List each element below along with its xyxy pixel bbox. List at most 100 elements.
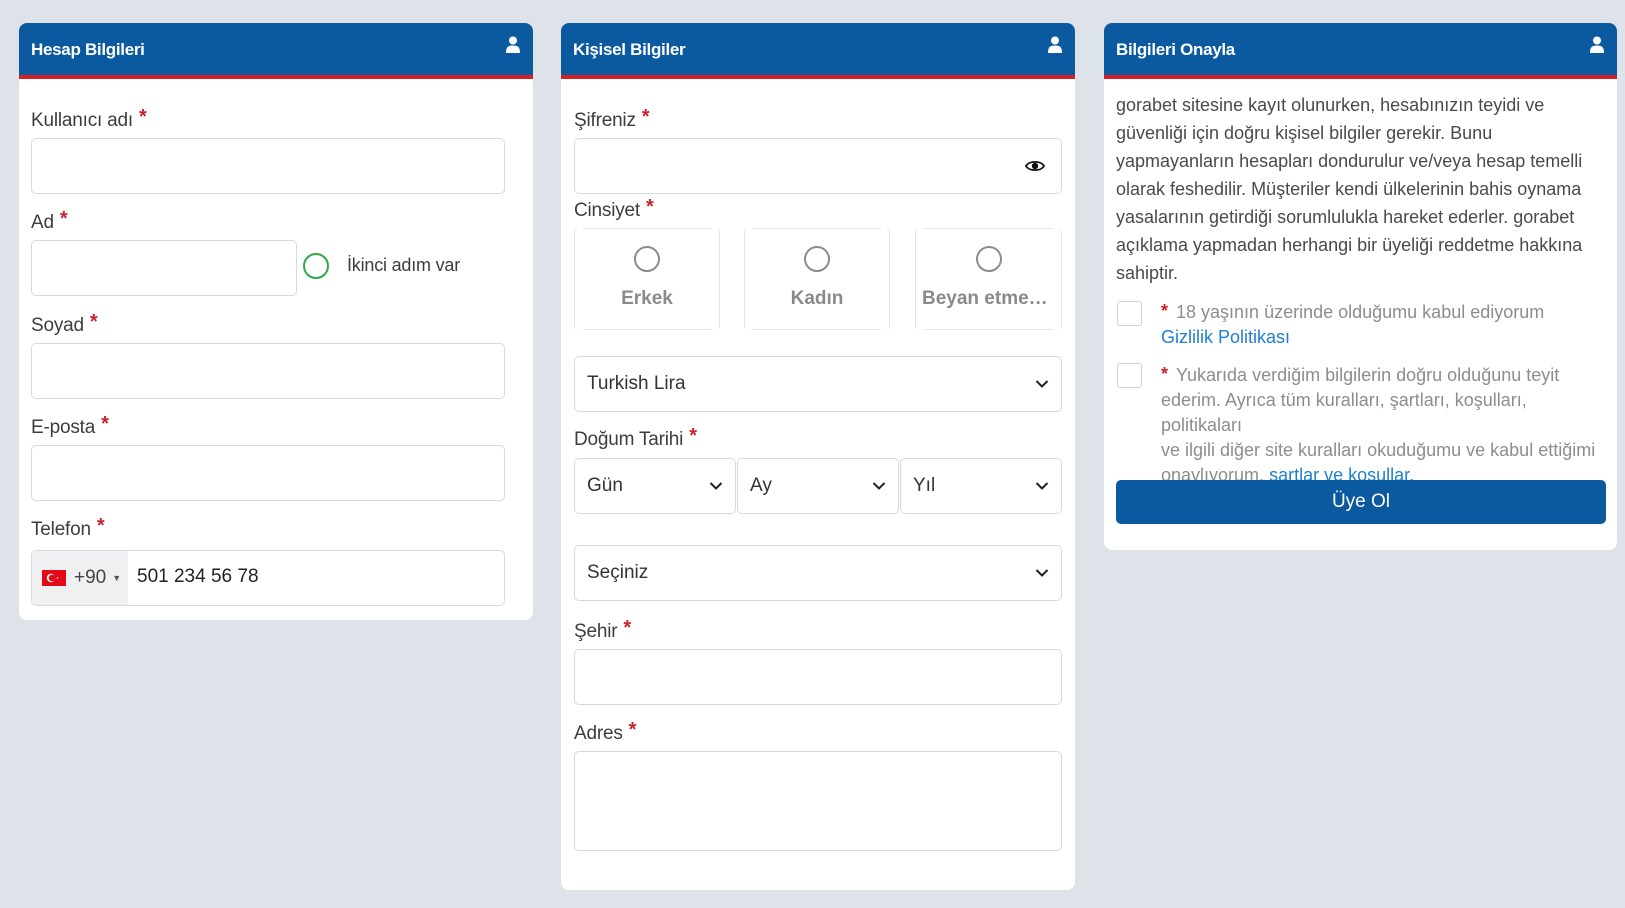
birth-month-value: Ay [750,475,772,496]
info-confirm-line: Yukarıda verdiğim bilgilerin doğru olduğ… [1176,365,1560,385]
required-mark: * [101,413,109,435]
confirm-card-title: Bilgileri Onayla [1116,40,1235,59]
terms-paragraph: gorabet sitesine kayıt olunurken, hesabı… [1116,91,1611,287]
address-label: Adres * [574,719,637,745]
age-checkbox[interactable] [1117,301,1142,326]
username-label-text: Kullanıcı adı [31,110,133,131]
required-mark: * [641,106,650,128]
personal-card: Kişisel Bilgiler Şifreniz * Cinsiyet * Erk… [561,23,1075,890]
personal-card-header: Kişisel Bilgiler [561,23,1075,79]
chevron-down-icon [709,482,723,490]
user-icon [1590,36,1604,53]
address-label-text: Adres [574,723,623,744]
chevron-down-icon [1035,482,1049,490]
account-card: Hesap Bilgileri Kullanıcı adı * Ad * İkinc… [19,23,533,620]
birth-month-select[interactable]: Ay [737,458,899,514]
terms-line: güvenliği için doğru kişisel bilgiler ge… [1116,123,1493,143]
phone-value: 501 234 56 78 [137,566,259,587]
required-mark: * [138,106,147,128]
address-textarea[interactable] [574,751,1062,851]
info-confirm-line: ederim. Ayrıca tüm kuralları, şartları, … [1161,390,1527,435]
required-mark: * [1161,364,1169,384]
register-button[interactable]: Üye Ol [1116,480,1606,524]
city-input[interactable] [574,649,1062,705]
gender-label: Cinsiyet * [574,196,654,222]
required-mark: * [89,311,98,333]
gender-option-label: Erkek [621,288,673,309]
birth-year-value: Yıl [913,475,936,496]
required-mark: * [689,425,697,447]
gender-option-label: Kadın [790,288,844,309]
email-label: E-posta * [31,413,109,439]
user-icon [1048,36,1062,53]
city-label: Şehir * [574,617,631,643]
username-input[interactable] [31,138,505,194]
gender-label-text: Cinsiyet [574,200,640,221]
birth-year-select[interactable]: Yıl [900,458,1062,514]
account-card-header: Hesap Bilgileri [19,23,533,79]
chevron-down-icon [872,482,886,490]
age-check-label: * 18 yaşının üzerinde olduğumu kabul ediy… [1161,300,1601,350]
age-check-text: 18 yaşının üzerinde olduğumu kabul ediyo… [1176,302,1545,322]
first-name-label-text: Ad [31,212,54,233]
country-code-selector[interactable]: +90 ▼ [32,551,128,605]
required-mark: * [59,208,68,230]
confirm-card-header: Bilgileri Onayla [1104,23,1617,79]
username-label: Kullanıcı adı * [31,106,147,132]
terms-line: yapmayanların hesapları dondurulur ve/ve… [1116,151,1583,171]
eye-icon[interactable] [1025,159,1045,173]
account-card-title: Hesap Bilgileri [31,40,145,59]
country-code: +90 [74,567,107,588]
turkey-flag-icon [42,570,66,586]
required-mark: * [1161,301,1169,321]
terms-line: sahiptir. [1116,263,1179,283]
required-mark: * [623,617,631,639]
email-input[interactable] [31,445,505,501]
birth-day-select[interactable]: Gün [574,458,736,514]
caret-down-icon: ▼ [112,573,122,583]
currency-value: Turkish Lira [587,373,686,394]
confirm-card: Bilgileri Onayla gorabet sitesine kayıt … [1104,23,1617,550]
personal-card-title: Kişisel Bilgiler [573,40,686,59]
radio-circle[interactable] [975,246,1002,272]
first-name-input[interactable] [31,240,297,296]
first-name-label: Ad * [31,208,68,234]
extra-select-value: Seçiniz [587,562,649,583]
password-input[interactable] [574,138,1062,194]
birth-day-value: Gün [587,475,623,496]
phone-label: Telefon * [31,515,105,541]
radio-circle[interactable] [804,246,830,272]
surname-label-text: Soyad [31,315,84,336]
email-label-text: E-posta [31,417,96,438]
user-icon [506,36,520,53]
birth-date-label-text: Doğum Tarihi [574,429,684,450]
info-confirm-line: ve ilgili diğer site kuralları okuduğumu… [1161,440,1596,460]
gender-option-female[interactable]: Kadın [744,228,890,330]
phone-input[interactable]: +90 ▼ 501 234 56 78 [31,550,505,606]
password-label-text: Şifreniz [574,110,636,131]
required-mark: * [628,719,637,741]
phone-label-text: Telefon [31,519,91,540]
currency-select[interactable]: Turkish Lira [574,356,1062,412]
extra-select[interactable]: Seçiniz [574,545,1062,601]
terms-line: olarak feshedilir. Müşteriler kendi ülke… [1116,179,1582,199]
privacy-policy-link[interactable]: Gizlilik Politikası [1161,327,1290,347]
password-label: Şifreniz * [574,106,650,132]
chevron-down-icon [1035,569,1049,577]
terms-line: yasalarının getirdiği sorumlulukla harek… [1116,207,1575,227]
terms-line: açıklama yapmadan herhangi bir üyeliği r… [1116,235,1583,255]
gender-option-male[interactable]: Erkek [574,228,720,330]
gender-option-label: Beyan etmek i... [922,288,1061,309]
city-label-text: Şehir [574,621,618,642]
surname-label: Soyad * [31,311,98,337]
gender-option-undisclosed[interactable]: Beyan etmek i... [915,228,1062,330]
birth-date-label: Doğum Tarihi * [574,425,697,451]
required-mark: * [96,515,105,537]
second-name-toggle[interactable] [303,253,329,279]
surname-input[interactable] [31,343,505,399]
info-confirm-checkbox[interactable] [1117,363,1142,388]
terms-line: gorabet sitesine kayıt olunurken, hesabı… [1116,95,1545,115]
radio-circle[interactable] [634,246,660,272]
second-name-toggle-label: İkinci adım var [347,255,461,275]
required-mark: * [645,196,654,218]
